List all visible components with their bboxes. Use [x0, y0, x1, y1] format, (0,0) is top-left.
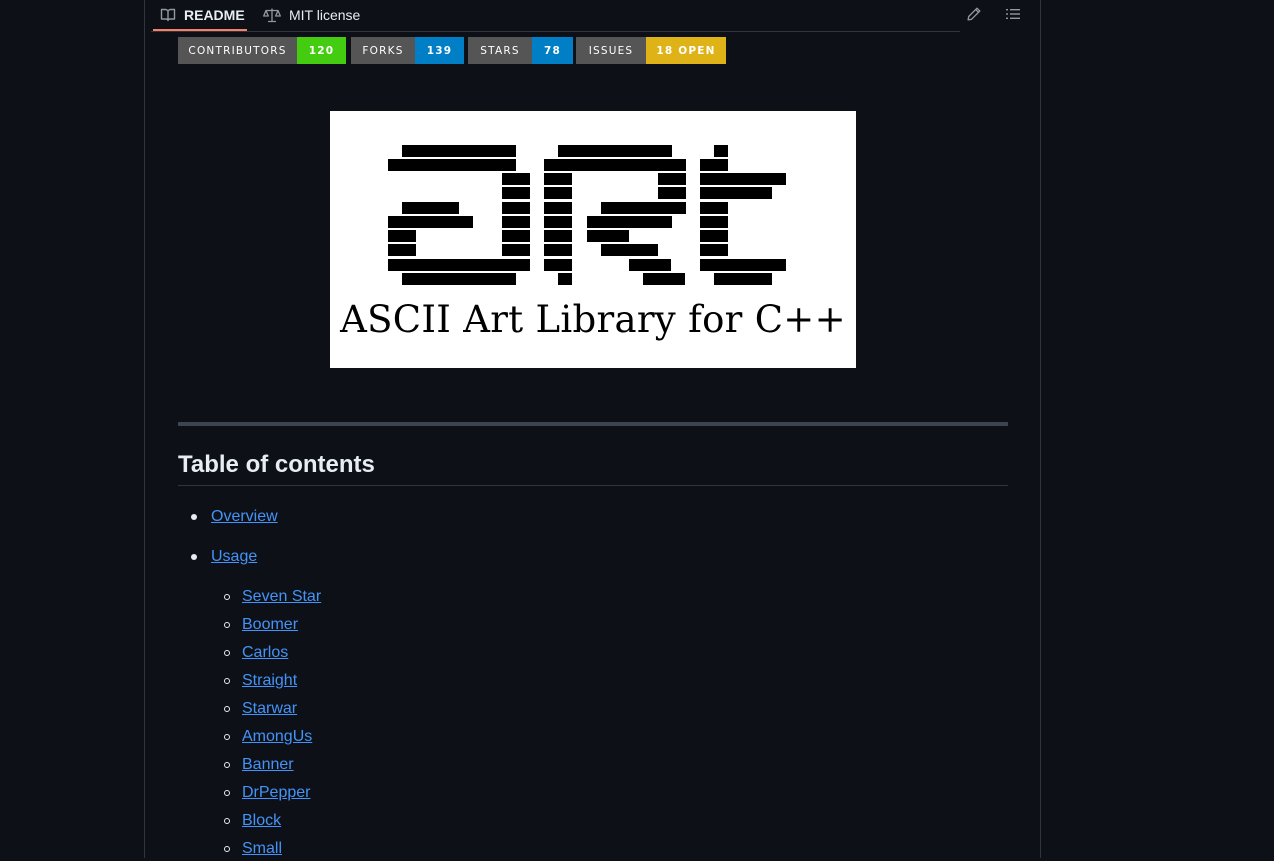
toc-link-starwar[interactable]: Starwar — [242, 700, 297, 718]
book-icon — [160, 7, 176, 23]
toc-link-banner[interactable]: Banner — [242, 756, 294, 774]
list-item: Overview — [191, 505, 278, 529]
toc-link-amongus[interactable]: AmongUs — [242, 728, 312, 746]
project-logo: ASCII Art Library for C++ — [330, 111, 856, 368]
readme-panel: README MIT license CONTRIBUTORS 120 FORK… — [144, 0, 1041, 858]
toc-link-overview[interactable]: Overview — [211, 508, 278, 526]
readme-tabs: README MIT license — [145, 0, 1040, 32]
bullet — [224, 706, 230, 712]
list-item: Starwar — [224, 697, 297, 721]
toc-link-block[interactable]: Block — [242, 812, 281, 830]
list-item: Small — [224, 837, 282, 861]
list-item: Carlos — [224, 641, 288, 665]
toc-heading: Table of contents — [178, 451, 1008, 486]
toc-link-straight[interactable]: Straight — [242, 672, 297, 690]
badge-value: 139 — [415, 37, 464, 64]
list-unordered-icon — [1005, 9, 1021, 26]
tab-license[interactable]: MIT license — [263, 0, 360, 32]
list-item: AmongUs — [224, 725, 312, 749]
pencil-icon — [966, 7, 982, 26]
list-item: Seven Star — [224, 585, 321, 609]
list-item: DrPepper — [224, 781, 310, 805]
list-item: Banner — [224, 753, 294, 777]
badge-value: 120 — [297, 37, 346, 64]
tab-readme-label: README — [184, 7, 245, 23]
badge-label: ISSUES — [576, 37, 646, 64]
list-item: Usage — [191, 545, 257, 569]
ascii-logo-art — [388, 145, 786, 285]
bullet — [224, 846, 230, 852]
bullet — [224, 650, 230, 656]
badge-label: STARS — [468, 37, 532, 64]
tab-readme[interactable]: README — [153, 0, 247, 32]
bullet — [224, 678, 230, 684]
tab-license-label: MIT license — [289, 7, 361, 23]
bullet — [191, 554, 197, 560]
bullet — [224, 734, 230, 740]
badge-value: 18 OPEN — [646, 37, 726, 64]
edit-readme-button[interactable] — [966, 6, 984, 24]
stars-badge[interactable]: STARS 78 — [468, 37, 573, 64]
list-item: Straight — [224, 669, 297, 693]
bullet — [224, 790, 230, 796]
bullet — [191, 514, 197, 520]
law-scale-icon — [263, 7, 281, 23]
toc-link-usage[interactable]: Usage — [211, 548, 257, 566]
logo-caption: ASCII Art Library for C++ — [340, 298, 846, 341]
outline-button[interactable] — [1005, 6, 1023, 24]
tabs-divider — [151, 31, 960, 32]
forks-badge[interactable]: FORKS 139 — [351, 37, 464, 64]
toc-link-carlos[interactable]: Carlos — [242, 644, 288, 662]
bullet — [224, 594, 230, 600]
bullet — [224, 622, 230, 628]
issues-badge[interactable]: ISSUES 18 OPEN — [576, 37, 726, 64]
toc-link-drpepper[interactable]: DrPepper — [242, 784, 310, 802]
contributors-badge[interactable]: CONTRIBUTORS 120 — [178, 37, 346, 64]
toc-link-small[interactable]: Small — [242, 840, 282, 858]
badge-value: 78 — [532, 37, 573, 64]
list-item: Boomer — [224, 613, 298, 637]
toc-link-boomer[interactable]: Boomer — [242, 616, 298, 634]
bullet — [224, 762, 230, 768]
badge-label: FORKS — [351, 37, 415, 64]
toc-link-seven-star[interactable]: Seven Star — [242, 588, 321, 606]
horizontal-rule — [178, 422, 1008, 426]
list-item: Block — [224, 809, 281, 833]
bullet — [224, 818, 230, 824]
badge-label: CONTRIBUTORS — [178, 37, 297, 64]
